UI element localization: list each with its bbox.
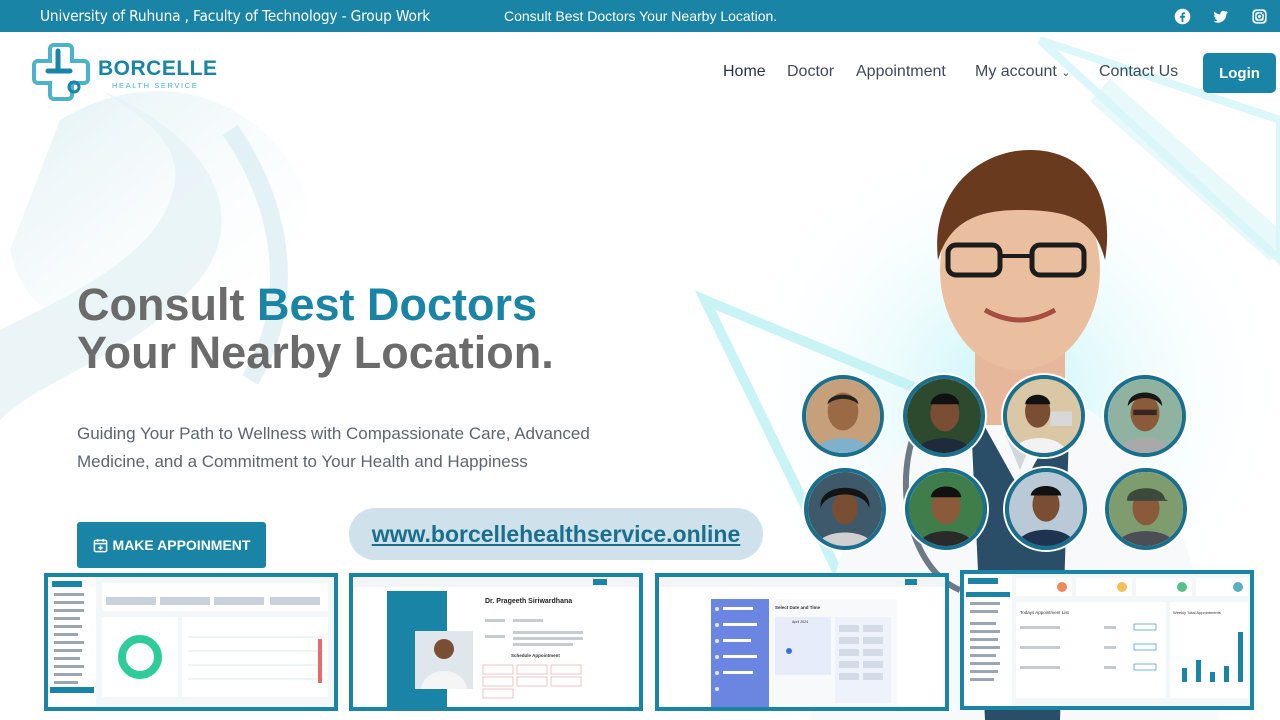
weekly-appointments-text: Weekly Total Appointments (1173, 610, 1221, 615)
facebook-icon[interactable] (1173, 7, 1191, 25)
dashboard-screenshot-thumbnail[interactable] (44, 573, 338, 711)
brand-logo[interactable]: BORCELLE HEALTH SERVICE (30, 41, 217, 105)
team-member-avatar (905, 468, 987, 550)
admin-dashboard-screenshot-thumbnail[interactable]: Todays Appointment List Weekly Total App… (960, 570, 1254, 710)
schedule-appointment-text: Schedule Appointment (511, 653, 560, 658)
medical-cross-logo-icon (32, 43, 90, 101)
team-member-avatar (1104, 375, 1186, 457)
twitter-icon[interactable] (1211, 7, 1229, 25)
brand-name: BORCELLE (98, 57, 218, 80)
calendar-month-text: April 2024 (792, 620, 808, 624)
chevron-down-icon: ⌄ (1061, 67, 1071, 79)
brand-subtitle: HEALTH SERVICE (112, 81, 199, 90)
nav-doctor[interactable]: Doctor (787, 63, 834, 81)
todays-appointments-text: Todays Appointment List (1020, 610, 1070, 615)
doctor-profile-screenshot-thumbnail[interactable]: Dr. Prageeth Siriwardhana Schedule Appoi… (349, 573, 643, 711)
select-date-time-text: Select Date and Time (775, 605, 821, 610)
website-url-banner[interactable]: www.borcellehealthservice.online (349, 508, 763, 560)
nav-my-account-label: My account (975, 63, 1057, 80)
team-member-avatar (802, 375, 884, 457)
instagram-icon[interactable] (1250, 7, 1268, 25)
nav-my-account[interactable]: My account ⌄ (975, 63, 1070, 81)
make-appointment-label: MAKE APPOINMENT (112, 537, 251, 553)
nav-appointment[interactable]: Appointment (856, 63, 946, 81)
website-url-link[interactable]: www.borcellehealthservice.online (372, 521, 741, 548)
calendar-plus-icon (93, 538, 107, 552)
top-bar-tagline: Consult Best Doctors Your Nearby Locatio… (504, 8, 778, 24)
hero-description: Guiding Your Path to Wellness with Compa… (77, 424, 590, 471)
team-member-avatar (1003, 375, 1085, 457)
team-member-avatar (1105, 468, 1187, 550)
team-member-avatar (804, 468, 886, 550)
hero-title: Consult Best Doctors Your Nearby Locatio… (77, 281, 554, 377)
login-button[interactable]: Login (1203, 53, 1276, 93)
nav-contact-us[interactable]: Contact Us (1099, 63, 1178, 81)
top-bar: University of Ruhuna , Faculty of Techno… (0, 0, 1280, 32)
hero-title-accent: Best Doctors (256, 279, 538, 330)
make-appointment-button[interactable]: MAKE APPOINMENT (77, 522, 266, 568)
top-bar-university-text: University of Ruhuna , Faculty of Techno… (40, 7, 431, 25)
appointment-booking-screenshot-thumbnail[interactable]: Select Date and Time April 2024 (655, 573, 949, 711)
team-member-avatar (1005, 468, 1087, 550)
hero-title-part1: Consult (77, 279, 257, 330)
doctor-name-text: Dr. Prageeth Siriwardhana (485, 598, 572, 605)
nav-home[interactable]: Home (723, 63, 766, 81)
hero-title-line2: Your Nearby Location. (77, 327, 554, 378)
team-member-avatar (903, 375, 985, 457)
